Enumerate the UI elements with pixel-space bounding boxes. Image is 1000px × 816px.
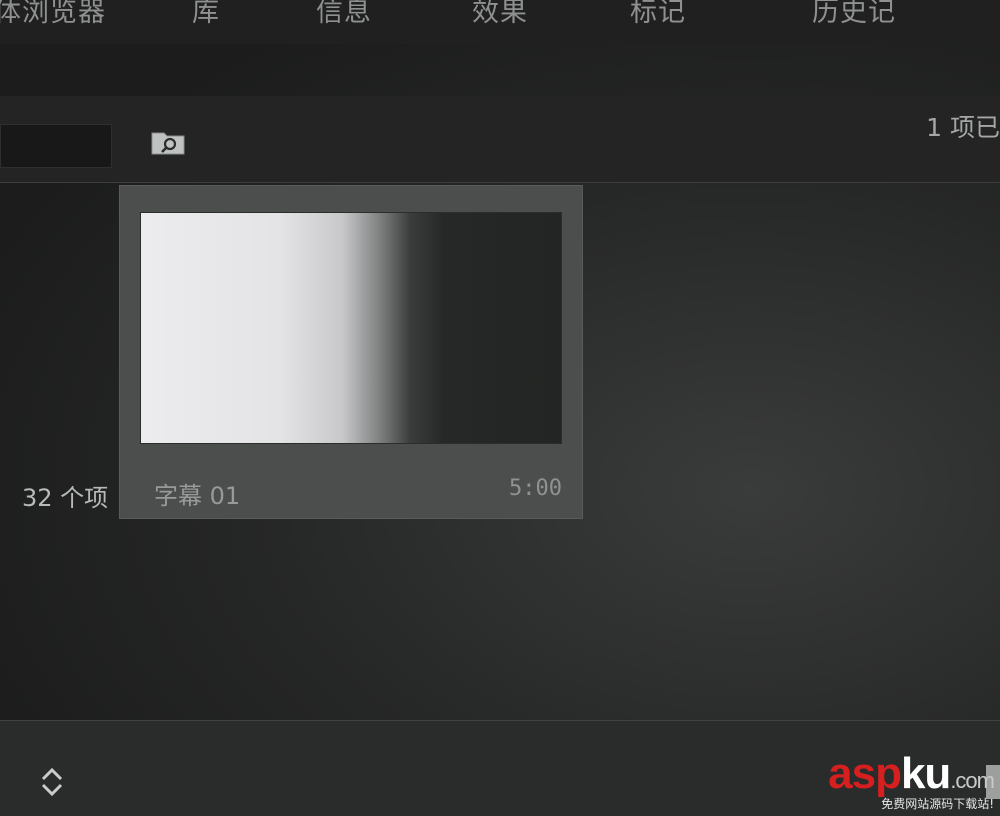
sort-updown-icon[interactable]: [38, 765, 66, 799]
folder-search-icon[interactable]: [150, 126, 188, 156]
tab-libraries[interactable]: 库: [192, 0, 220, 29]
watermark-logo-ku: ku: [900, 749, 951, 798]
project-toolbar: 1 项已: [0, 96, 1000, 183]
tab-effects[interactable]: 效果: [472, 0, 528, 29]
panel-tab-strip: 体浏览器 库 信息 效果 标记 历史记: [0, 0, 1000, 44]
clip-duration: 5:00: [509, 476, 562, 501]
folder-search-icon-graphic: [151, 132, 185, 155]
tab-markers[interactable]: 标记: [630, 0, 686, 29]
clip-thumbnail[interactable]: [140, 212, 562, 444]
project-panel: 体浏览器 库 信息 效果 标记 历史记 1 项已 32 个项 字幕 01 5:0…: [0, 0, 1000, 816]
watermark-logo: aspku.com: [828, 749, 995, 798]
tab-history[interactable]: 历史记: [812, 0, 896, 29]
tab-info[interactable]: 信息: [316, 0, 372, 29]
selected-item-count: 1 项已: [926, 113, 1000, 142]
watermark: aspku.com 免费网站源码下载站!: [828, 749, 995, 811]
search-input[interactable]: [0, 124, 112, 168]
bin-item-count: 32 个项: [22, 484, 109, 512]
clip-name[interactable]: 字幕 01: [154, 476, 240, 511]
sort-updown-icon-graphic: [41, 767, 63, 797]
watermark-logo-asp: asp: [828, 749, 902, 798]
tab-media-browser[interactable]: 体浏览器: [0, 0, 106, 29]
watermark-slogan: 免费网站源码下载站!: [881, 797, 994, 811]
watermark-logo-com: .com: [950, 768, 995, 793]
clip-card[interactable]: 字幕 01 5:00: [120, 186, 582, 518]
